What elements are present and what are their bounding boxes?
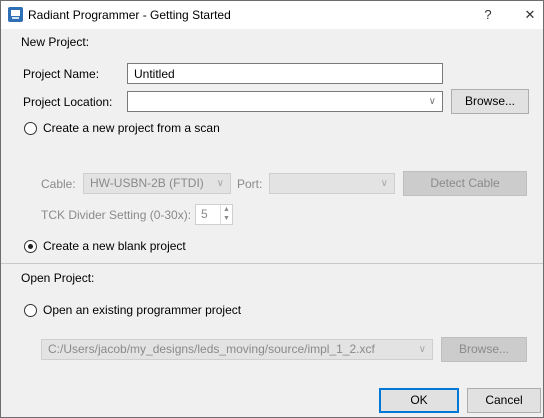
- section-divider: [1, 263, 543, 264]
- radiant-app-icon: [8, 7, 23, 22]
- ok-button[interactable]: OK: [379, 388, 459, 413]
- chevron-down-icon: ∨: [428, 96, 436, 107]
- location-browse-button[interactable]: Browse...: [451, 89, 529, 114]
- open-project-section-title: Open Project:: [21, 271, 95, 285]
- chevron-down-icon: ∨: [380, 178, 388, 189]
- window-title: Radiant Programmer - Getting Started: [28, 8, 231, 22]
- radio-selected-dot: [28, 244, 33, 249]
- tck-divider-spinbox[interactable]: 5 ▲ ▼: [195, 204, 233, 225]
- cable-combo[interactable]: HW-USBN-2B (FTDI) ∨: [83, 173, 231, 194]
- port-label: Port:: [237, 177, 263, 191]
- open-existing-radio-label[interactable]: Open an existing programmer project: [43, 303, 241, 317]
- scan-radio-label[interactable]: Create a new project from a scan: [43, 121, 220, 135]
- title-bar[interactable]: Radiant Programmer - Getting Started ? ✕: [1, 1, 543, 29]
- project-name-input[interactable]: [127, 63, 443, 84]
- tck-divider-label: TCK Divider Setting (0-30x):: [41, 208, 192, 222]
- existing-project-path-combo[interactable]: C:/Users/jacob/my_designs/leds_moving/so…: [41, 339, 433, 360]
- existing-project-path-value: C:/Users/jacob/my_designs/leds_moving/so…: [48, 342, 375, 356]
- cable-value: HW-USBN-2B (FTDI): [90, 176, 204, 190]
- project-location-label: Project Location:: [23, 95, 113, 109]
- spin-buttons[interactable]: ▲ ▼: [220, 205, 232, 224]
- blank-project-radio-label[interactable]: Create a new blank project: [43, 239, 186, 253]
- getting-started-dialog: Radiant Programmer - Getting Started ? ✕…: [0, 0, 544, 418]
- new-project-section-title: New Project:: [21, 35, 90, 49]
- project-location-combo[interactable]: ∨: [127, 91, 443, 112]
- detect-cable-button[interactable]: Detect Cable: [403, 171, 527, 196]
- spin-up-icon[interactable]: ▲: [221, 205, 232, 214]
- spin-down-icon[interactable]: ▼: [221, 214, 232, 223]
- chevron-down-icon: ∨: [216, 178, 224, 189]
- help-button[interactable]: ?: [479, 6, 497, 24]
- existing-browse-button[interactable]: Browse...: [441, 337, 527, 362]
- cable-label: Cable:: [41, 177, 76, 191]
- project-name-label: Project Name:: [23, 67, 100, 81]
- tck-divider-value: 5: [201, 207, 208, 221]
- chevron-down-icon: ∨: [418, 344, 426, 355]
- blank-project-radio[interactable]: [24, 240, 37, 253]
- scan-radio[interactable]: [24, 122, 37, 135]
- cancel-button[interactable]: Cancel: [467, 388, 541, 413]
- open-existing-radio[interactable]: [24, 304, 37, 317]
- port-combo[interactable]: ∨: [269, 173, 395, 194]
- close-button[interactable]: ✕: [521, 6, 539, 24]
